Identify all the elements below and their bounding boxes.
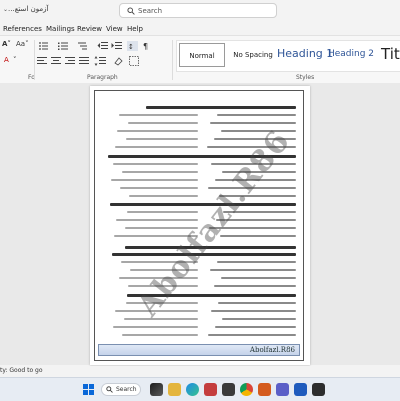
edge-browser-icon[interactable] <box>186 383 199 396</box>
style-no-spacing[interactable]: No Spacing <box>229 43 277 67</box>
option-line <box>220 235 296 237</box>
search-box[interactable]: Search <box>119 3 277 18</box>
style-heading-1[interactable]: Heading 1 <box>277 43 334 67</box>
option-line <box>208 334 296 336</box>
option-line <box>214 285 296 287</box>
option-line <box>111 179 198 181</box>
footer-text: Abolfazl.R86 <box>249 346 295 354</box>
title-bar: آزمون استع...⌄ Search <box>0 0 400 22</box>
borders-icon[interactable] <box>129 56 139 66</box>
menu-mailings[interactable]: Mailings <box>46 25 75 33</box>
style-no-spacing-label: No Spacing <box>233 51 273 59</box>
option-line <box>120 187 198 189</box>
align-center-icon[interactable] <box>51 57 61 64</box>
windows-start-icon[interactable] <box>82 383 95 396</box>
question-line <box>110 203 296 206</box>
svg-text:↕: ↕ <box>128 43 134 51</box>
sort-icon[interactable]: ↕ <box>127 41 138 51</box>
decrease-indent-icon[interactable] <box>97 42 109 49</box>
office-app-icon[interactable] <box>204 383 217 396</box>
word-app-icon[interactable] <box>294 383 307 396</box>
store-icon[interactable] <box>222 383 235 396</box>
search-icon <box>127 7 135 15</box>
styles-gallery: Normal No Spacing Heading 1 Heading 2 Ti… <box>176 40 400 72</box>
style-title-label: Title <box>381 45 400 63</box>
styles-group-label: Styles <box>296 74 315 81</box>
option-line <box>222 318 296 320</box>
option-line <box>128 122 198 124</box>
taskbar-search-label: Search <box>116 386 137 393</box>
group-separator <box>34 40 35 80</box>
line-spacing-icon[interactable] <box>94 56 107 66</box>
increase-indent-icon[interactable] <box>111 42 123 49</box>
paragraph-group-label: Paragraph <box>87 74 118 81</box>
option-line <box>127 211 198 213</box>
show-formatting-marks-icon[interactable]: ¶ <box>143 42 148 51</box>
taskbar-search[interactable]: Search <box>101 383 141 396</box>
style-heading-2-label: Heading 2 <box>327 49 375 59</box>
change-case-button[interactable]: Aa˅ <box>16 40 29 48</box>
menu-view[interactable]: View <box>106 25 123 33</box>
app-icon-dark[interactable] <box>312 383 325 396</box>
option-line <box>218 302 296 304</box>
document-title[interactable]: آزمون استع...⌄ <box>0 5 48 13</box>
search-icon <box>106 386 113 393</box>
option-line <box>210 269 296 271</box>
search-placeholder: Search <box>138 7 163 15</box>
page-footer: Abolfazl.R86 <box>98 344 300 356</box>
option-line <box>215 326 296 328</box>
align-right-icon[interactable] <box>65 57 75 64</box>
font-color-dropdown-icon[interactable]: ˅ <box>13 56 17 64</box>
taskbar: Search <box>0 377 400 401</box>
option-line <box>217 261 296 263</box>
option-line <box>116 219 198 221</box>
option-line <box>122 334 198 336</box>
style-title[interactable]: Title <box>377 43 400 67</box>
option-line <box>122 171 198 173</box>
option-line <box>221 277 296 279</box>
shading-icon[interactable] <box>114 57 123 66</box>
option-line <box>113 163 198 165</box>
group-separator <box>172 40 173 80</box>
option-line <box>129 195 198 197</box>
option-line <box>126 138 198 140</box>
document-title-text: آزمون استع... <box>8 5 49 13</box>
accessibility-status[interactable]: ty: Good to go <box>0 367 43 374</box>
document-page[interactable]: Abolfazl.R86 Abolfazl.R86 <box>90 86 310 365</box>
bullets-icon[interactable] <box>39 42 48 50</box>
numbering-icon[interactable] <box>58 42 68 51</box>
font-color-button[interactable]: A <box>4 56 9 64</box>
justify-icon[interactable] <box>79 57 89 64</box>
menu-help[interactable]: Help <box>127 25 143 33</box>
style-normal[interactable]: Normal <box>179 43 225 67</box>
task-view-icon[interactable] <box>150 383 163 396</box>
app-icon-purple[interactable] <box>276 383 289 396</box>
menu-references[interactable]: References <box>3 25 42 33</box>
style-normal-label: Normal <box>189 52 215 60</box>
menu-review[interactable]: Review <box>77 25 102 33</box>
style-heading-2[interactable]: Heading 2 <box>327 43 375 67</box>
app-icon[interactable] <box>258 383 271 396</box>
option-line <box>119 114 198 116</box>
menu-bar: References Mailings Review View Help <box>0 23 400 35</box>
option-line <box>115 146 198 148</box>
font-size-decrease-button[interactable]: A˅ <box>2 40 11 48</box>
align-left-icon[interactable] <box>37 57 47 64</box>
multilevel-list-icon[interactable] <box>78 42 87 50</box>
status-bar: ty: Good to go <box>0 366 400 376</box>
chrome-icon[interactable] <box>240 383 253 396</box>
question-line <box>146 106 296 109</box>
option-line <box>117 130 198 132</box>
paragraph-tools: ↕ ¶ <box>37 41 148 66</box>
option-line <box>211 310 296 312</box>
file-explorer-icon[interactable] <box>168 383 181 396</box>
svg-text:¶: ¶ <box>143 42 148 51</box>
ribbon: A˅ Aa˅ A ˅ Fo ↕ ¶ Paragraph Normal No Sp… <box>0 35 400 84</box>
style-heading-1-label: Heading 1 <box>277 47 334 60</box>
